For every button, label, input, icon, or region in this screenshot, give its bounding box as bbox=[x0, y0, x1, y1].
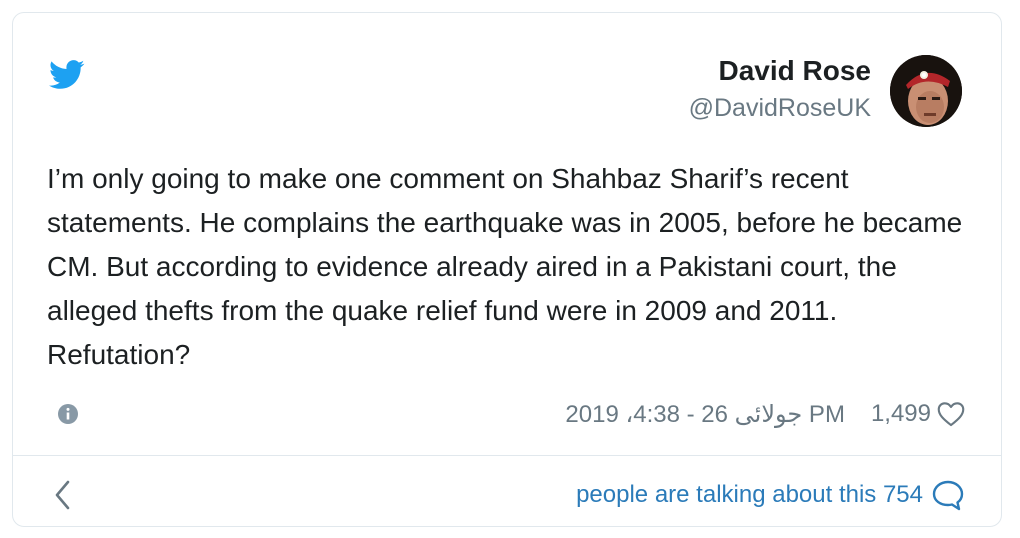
tweet-text: I’m only going to make one comment on Sh… bbox=[47, 163, 963, 370]
people-talking-text[interactable]: people are talking about this 754 bbox=[576, 481, 923, 509]
avatar-image bbox=[890, 55, 962, 127]
tweet-meta: 2019 ،جولائی 26 - 4:38 PM 1,499 bbox=[47, 397, 965, 431]
author-info[interactable]: David Rose @DavidRoseUK bbox=[689, 51, 871, 125]
avatar[interactable] bbox=[890, 55, 962, 127]
heart-icon[interactable] bbox=[937, 401, 965, 427]
twitter-bird-icon[interactable] bbox=[49, 59, 85, 91]
author-name[interactable]: David Rose bbox=[689, 51, 872, 91]
like-count[interactable]: 1,499 bbox=[871, 400, 931, 428]
tweet-card: David Rose @DavidRoseUK I’m only going t… bbox=[12, 12, 1002, 527]
divider bbox=[13, 455, 1001, 456]
tweet-timestamp[interactable]: 2019 ،جولائی 26 - 4:38 PM bbox=[565, 400, 845, 429]
info-icon[interactable] bbox=[57, 403, 79, 425]
author-handle[interactable]: @DavidRoseUK bbox=[689, 91, 871, 125]
speech-bubble-icon[interactable] bbox=[931, 479, 965, 511]
chevron-left-icon[interactable] bbox=[53, 479, 71, 511]
people-talking-link[interactable]: people are talking about this 754 bbox=[576, 475, 965, 515]
meta-right: 2019 ،جولائی 26 - 4:38 PM 1,499 bbox=[565, 397, 965, 431]
